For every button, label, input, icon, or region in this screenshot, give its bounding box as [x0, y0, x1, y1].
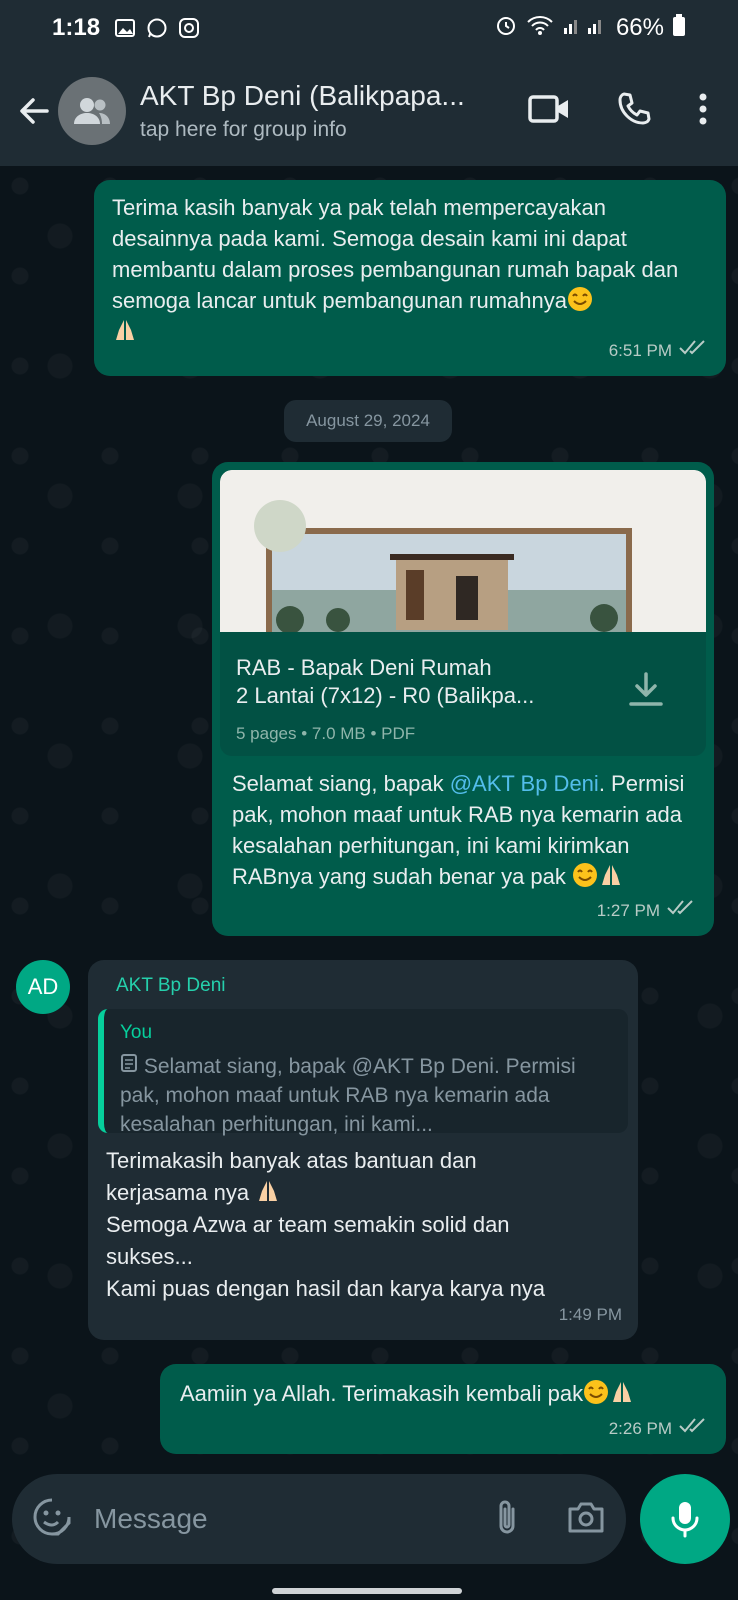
voice-message-button[interactable]	[640, 1474, 730, 1564]
message-time: 6:51 PM	[608, 341, 672, 360]
document-card[interactable]: RAB - Bapak Deni Rumah 2 Lantai (7x12) -…	[220, 470, 706, 756]
signal-icon	[562, 14, 608, 43]
download-icon[interactable]	[626, 670, 666, 710]
message-time: 1:49 PM	[558, 1305, 622, 1324]
message-outgoing[interactable]: Aamiin ya Allah. Terimakasih kembali pak…	[160, 1364, 726, 1454]
sender-name[interactable]: AKT Bp Deni	[116, 970, 628, 1001]
document-name-line2: 2 Lantai (7x12) - R0 (Balikpa...	[236, 683, 535, 708]
header-actions	[528, 91, 708, 132]
message-input[interactable]: Message	[94, 1503, 494, 1535]
smile-emoji-icon	[583, 1379, 609, 1405]
date-divider: August 29, 2024	[284, 400, 452, 442]
whatsapp-icon	[146, 17, 168, 39]
voice-call-icon[interactable]	[616, 91, 652, 132]
message-meta: 1:49 PM	[559, 1299, 622, 1330]
message-time: 1:27 PM	[596, 901, 660, 920]
quoted-text: Selamat siang, bapak @AKT Bp Deni. Permi…	[120, 1054, 576, 1136]
group-avatar[interactable]	[58, 77, 126, 145]
sticker-icon[interactable]	[32, 1497, 72, 1542]
document-info[interactable]: RAB - Bapak Deni Rumah 2 Lantai (7x12) -…	[220, 632, 706, 756]
read-receipt-icon	[678, 335, 710, 366]
battery-icon	[672, 13, 686, 44]
message-incoming[interactable]: AKT Bp Deni You Selamat siang, bapak @AK…	[88, 960, 638, 1340]
chat-header: AKT Bp Deni (Balikpapa... tap here for g…	[0, 56, 738, 166]
message-composer[interactable]: Message	[12, 1474, 626, 1564]
read-receipt-icon	[666, 895, 698, 926]
mention-link[interactable]: @AKT Bp Deni	[450, 771, 599, 796]
message-meta: 2:26 PM	[609, 1413, 710, 1444]
wifi-icon	[526, 14, 554, 43]
status-time: 1:18	[52, 14, 101, 41]
pray-emoji-icon	[255, 1178, 281, 1204]
document-name-line1: RAB - Bapak Deni Rumah	[236, 655, 492, 680]
document-caption: Selamat siang, bapak @AKT Bp Deni. Permi…	[232, 771, 685, 889]
microphone-icon	[671, 1502, 699, 1538]
status-right: 66%	[494, 13, 686, 44]
message-text: Aamiin ya Allah. Terimakasih kembali pak	[180, 1381, 584, 1406]
battery-level: 66%	[615, 14, 664, 41]
smile-emoji-icon	[567, 286, 593, 312]
message-meta: 6:51 PM	[609, 335, 710, 366]
group-icon	[74, 98, 110, 124]
message-text: Terima kasih banyak ya pak telah memperc…	[112, 192, 692, 347]
read-receipt-icon	[678, 1413, 710, 1444]
message-outgoing-document[interactable]: RAB - Bapak Deni Rumah 2 Lantai (7x12) -…	[212, 462, 714, 936]
quoted-sender: You	[120, 1022, 153, 1043]
message-text: Terimakasih banyak atas bantuan dan kerj…	[106, 1148, 546, 1301]
pray-emoji-icon	[609, 1379, 635, 1405]
pray-emoji-icon	[598, 862, 624, 888]
video-call-icon[interactable]	[528, 94, 570, 129]
alarm-icon	[494, 13, 518, 44]
header-titles[interactable]: AKT Bp Deni (Balikpapa... tap here for g…	[140, 80, 480, 142]
sender-avatar[interactable]: AD	[16, 960, 70, 1014]
gesture-nav-bar[interactable]	[272, 1588, 462, 1594]
instagram-icon	[178, 17, 200, 39]
chat-subtitle[interactable]: tap here for group info	[140, 118, 480, 142]
document-thumbnail[interactable]	[220, 470, 706, 632]
more-options-icon[interactable]	[698, 92, 708, 131]
back-arrow-icon[interactable]	[12, 89, 56, 133]
smile-emoji-icon	[572, 862, 598, 888]
chat-title[interactable]: AKT Bp Deni (Balikpapa...	[140, 80, 480, 112]
attach-icon[interactable]	[494, 1497, 520, 1542]
status-bar: 1:18 66%	[0, 0, 738, 56]
document-small-icon	[120, 1054, 138, 1078]
camera-icon[interactable]	[566, 1499, 606, 1540]
pray-emoji-icon	[112, 317, 138, 343]
message-outgoing[interactable]: Terima kasih banyak ya pak telah memperc…	[94, 180, 726, 376]
gallery-icon	[114, 17, 136, 39]
quoted-message[interactable]: You Selamat siang, bapak @AKT Bp Deni. P…	[98, 1009, 628, 1136]
message-time: 2:26 PM	[608, 1419, 672, 1438]
message-meta: 1:27 PM	[597, 895, 698, 926]
document-meta: 5 pages • 7.0 MB • PDF	[236, 724, 416, 743]
